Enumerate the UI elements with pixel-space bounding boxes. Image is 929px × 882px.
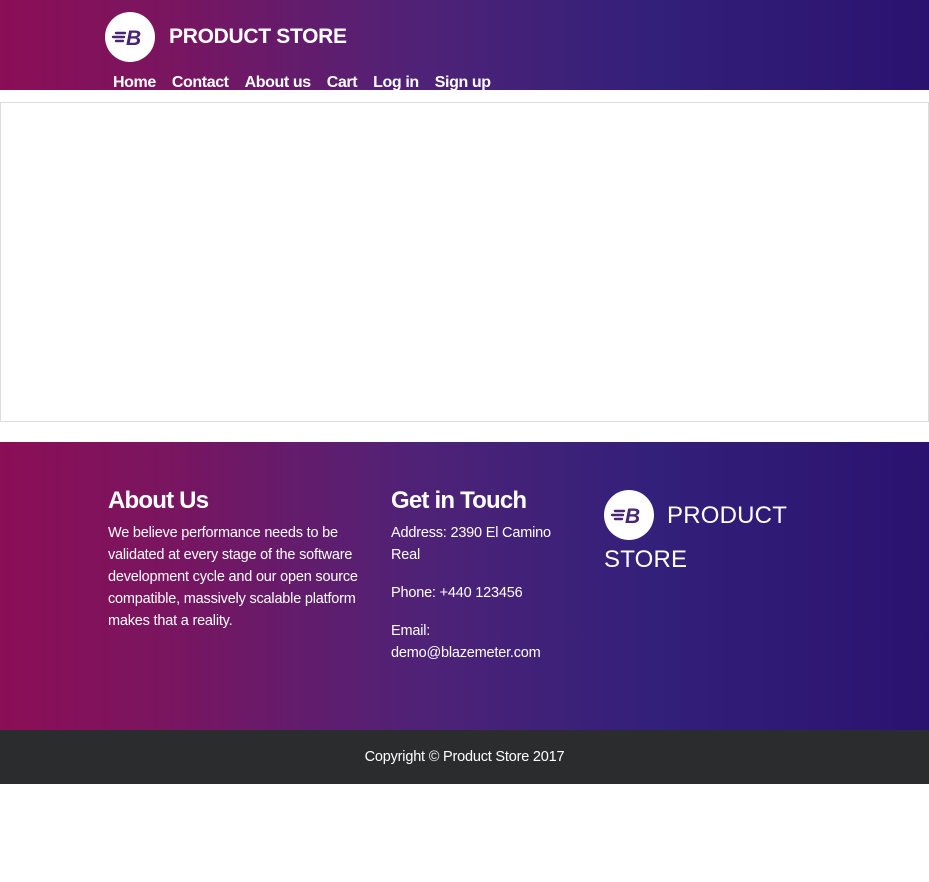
footer-address: Address: 2390 El Camino Real [391, 525, 551, 563]
footer-brand-name: B PRODUCT STORE [604, 490, 814, 579]
nav-link-sign-up[interactable]: Sign up [427, 74, 499, 90]
nav-item-login: Log in [365, 74, 427, 90]
brand-name: PRODUCT STORE [169, 25, 347, 48]
footer: About Us We believe performance needs to… [0, 442, 929, 730]
nav-item-cart: Cart [319, 74, 365, 90]
brand-link[interactable]: B PRODUCT STORE [105, 12, 347, 62]
blazemeter-logo-icon: B [105, 12, 155, 62]
footer-brand-word-store: STORE [604, 546, 688, 573]
footer-brand-word-product: PRODUCT [667, 501, 788, 529]
nav-item-signup: Sign up [427, 74, 499, 90]
footer-about-text: We believe performance needs to be valid… [108, 525, 358, 629]
footer-email-label: Email: [391, 623, 431, 639]
nav-link-about-us[interactable]: About us [237, 74, 319, 90]
svg-text:B: B [126, 27, 141, 50]
nav-link-log-in[interactable]: Log in [365, 74, 427, 90]
nav-link-cart[interactable]: Cart [319, 74, 365, 90]
copyright-text: Copyright © Product Store 2017 [364, 749, 565, 765]
nav-item-home: Home [105, 74, 164, 90]
footer-about-section: About Us We believe performance needs to… [108, 486, 370, 632]
footer-brand: B PRODUCT STORE [604, 490, 814, 579]
footer-contact-section: Get in Touch Address: 2390 El Camino Rea… [391, 486, 581, 680]
footer-contact-title: Get in Touch [391, 487, 527, 514]
footer-email-value: demo@blazemeter.com [391, 645, 541, 661]
nav-link-contact[interactable]: Contact [164, 74, 237, 90]
footer-email: Email: demo@blazemeter.com [391, 620, 581, 664]
svg-text:B: B [625, 505, 640, 528]
main-nav: Home Contact About us Cart Log in Sign u… [105, 74, 499, 90]
nav-link-home[interactable]: Home [105, 74, 164, 90]
blazemeter-logo-icon: B [604, 490, 654, 540]
footer-about-title: About Us [108, 487, 209, 514]
navbar: B PRODUCT STORE Home Contact About us Ca… [0, 0, 929, 90]
footer-phone: Phone: +440 123456 [391, 585, 523, 601]
nav-item-contact: Contact [164, 74, 237, 90]
product-carousel [0, 102, 929, 422]
copyright-bar: Copyright © Product Store 2017 [0, 730, 929, 784]
nav-item-about: About us [237, 74, 319, 90]
